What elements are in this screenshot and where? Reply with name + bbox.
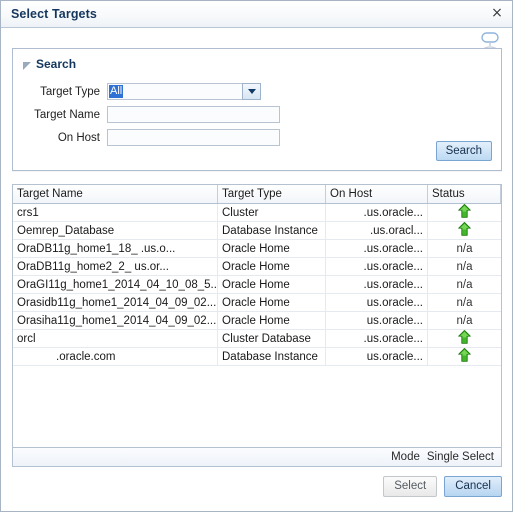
cell-status — [428, 348, 501, 365]
form-row-target-type: Target Type All — [23, 82, 261, 101]
chevron-down-icon[interactable] — [242, 83, 261, 100]
green-up-arrow-icon — [458, 330, 471, 347]
cell-on-host: .us.oracle... — [326, 258, 428, 275]
on-host-input[interactable] — [107, 129, 280, 146]
column-header-on-host[interactable]: On Host — [326, 185, 428, 203]
cell-target-type: Oracle Home — [218, 276, 326, 293]
table-row[interactable]: crs1 Cluster .us.oracle... — [13, 204, 501, 222]
disclosure-triangle-icon[interactable] — [23, 61, 31, 70]
table-row[interactable]: OraGI11g_home1_2014_04_10_08_5... Oracle … — [13, 276, 501, 294]
on-host-label: On Host — [57, 131, 100, 144]
column-header-status[interactable]: Status — [428, 185, 501, 203]
cell-target-name: OraDB11g_home1_18_ .us.o... — [13, 240, 218, 257]
cell-target-type: Cluster — [218, 204, 326, 221]
caret-down-glyph — [247, 89, 256, 94]
cell-status: n/a — [428, 312, 501, 329]
dialog-title: Select Targets — [11, 7, 97, 21]
search-panel-header[interactable]: Search — [23, 57, 76, 71]
cell-on-host: .us.oracle... — [326, 276, 428, 293]
table-row[interactable]: Orasiha11g_home1_2014_04_09_02... Oracle … — [13, 312, 501, 330]
form-row-target-name: Target Name — [23, 105, 280, 124]
form-row-on-host: On Host — [23, 128, 280, 147]
cell-target-type: Oracle Home — [218, 312, 326, 329]
select-button[interactable]: Select — [383, 476, 438, 497]
close-icon[interactable]: × — [489, 5, 505, 21]
table-row[interactable]: Orasidb11g_home1_2014_04_09_02... Oracle … — [13, 294, 501, 312]
cell-on-host: .us.oracle... — [326, 330, 428, 347]
status-na-label: n/a — [456, 314, 473, 327]
cell-target-name: Oemrep_Database — [13, 222, 218, 239]
table-row[interactable]: OraDB11g_home1_18_ .us.o... Oracle Home .u… — [13, 240, 501, 258]
cancel-button[interactable]: Cancel — [444, 476, 502, 497]
column-header-target-name[interactable]: Target Name — [13, 185, 218, 203]
table-row[interactable]: .oracle.com Database Instance us.oracle... — [13, 348, 501, 366]
table-body: crs1 Cluster .us.oracle... Oemrep_Database D… — [13, 204, 501, 366]
column-header-target-type[interactable]: Target Type — [218, 185, 326, 203]
mode-label: Mode — [391, 451, 420, 463]
select-targets-dialog: Select Targets × Search Target Type All — [0, 0, 513, 512]
dialog-body: Search Target Type All Target Name On Ho… — [1, 28, 512, 511]
cell-status — [428, 204, 501, 221]
mode-value: Single Select — [426, 451, 494, 463]
dialog-titlebar: Select Targets × — [1, 1, 512, 28]
cell-status — [428, 330, 501, 347]
green-up-arrow-icon — [458, 348, 471, 365]
search-panel-title: Search — [36, 57, 77, 71]
table-header-row: Target Name Target Type On Host Status — [13, 185, 501, 204]
cell-target-type: Oracle Home — [218, 240, 326, 257]
cell-target-name: orcl — [13, 330, 218, 347]
cell-target-name: crs1 — [13, 204, 218, 221]
cell-target-type: Cluster Database — [218, 330, 326, 347]
cell-target-name: .oracle.com — [13, 348, 218, 365]
mode-bar: Mode Single Select — [12, 448, 502, 467]
cell-target-name: Orasiha11g_home1_2014_04_09_02... — [13, 312, 218, 329]
cell-on-host: .us.oracl... — [326, 222, 428, 239]
cell-target-name: OraGI11g_home1_2014_04_10_08_5... — [13, 276, 218, 293]
cell-status: n/a — [428, 294, 501, 311]
table-row[interactable]: orcl Cluster Database .us.oracle... — [13, 330, 501, 348]
green-up-arrow-icon — [458, 222, 471, 239]
cell-target-type: Database Instance — [218, 348, 326, 365]
search-panel: Search Target Type All Target Name On Ho… — [12, 48, 502, 171]
cell-status — [428, 222, 501, 239]
status-na-label: n/a — [456, 278, 473, 291]
table-header: Target Name Target Type On Host Status — [13, 185, 501, 204]
cell-on-host: us.oracle... — [326, 312, 428, 329]
cell-target-type: Oracle Home — [218, 258, 326, 275]
table-row[interactable]: Oemrep_Database Database Instance .us.orac… — [13, 222, 501, 240]
targets-table: Target Name Target Type On Host Status c… — [12, 184, 502, 448]
cell-on-host: .us.oracle... — [326, 204, 428, 221]
status-na-label: n/a — [456, 296, 473, 309]
target-type-value: All — [109, 85, 124, 98]
target-type-select[interactable]: All — [107, 83, 261, 100]
cell-status: n/a — [428, 240, 501, 257]
cell-target-type: Oracle Home — [218, 294, 326, 311]
cell-target-name: OraDB11g_home2_2_ us.or... — [13, 258, 218, 275]
cell-target-type: Database Instance — [218, 222, 326, 239]
target-type-label: Target Type — [40, 85, 100, 98]
dialog-action-bar: Select Cancel — [383, 476, 502, 497]
target-name-input[interactable] — [107, 106, 280, 123]
cell-on-host: us.oracle... — [326, 348, 428, 365]
search-button[interactable]: Search — [435, 141, 492, 161]
status-na-label: n/a — [456, 242, 473, 255]
status-na-label: n/a — [456, 260, 473, 273]
target-name-label: Target Name — [34, 108, 100, 121]
table-row[interactable]: OraDB11g_home2_2_ us.or... Oracle Home .us… — [13, 258, 501, 276]
cell-target-name: Orasidb11g_home1_2014_04_09_02... — [13, 294, 218, 311]
cell-status: n/a — [428, 276, 501, 293]
green-up-arrow-icon — [458, 204, 471, 221]
cell-on-host: .us.oracle... — [326, 240, 428, 257]
cell-status: n/a — [428, 258, 501, 275]
cell-on-host: us.oracle... — [326, 294, 428, 311]
